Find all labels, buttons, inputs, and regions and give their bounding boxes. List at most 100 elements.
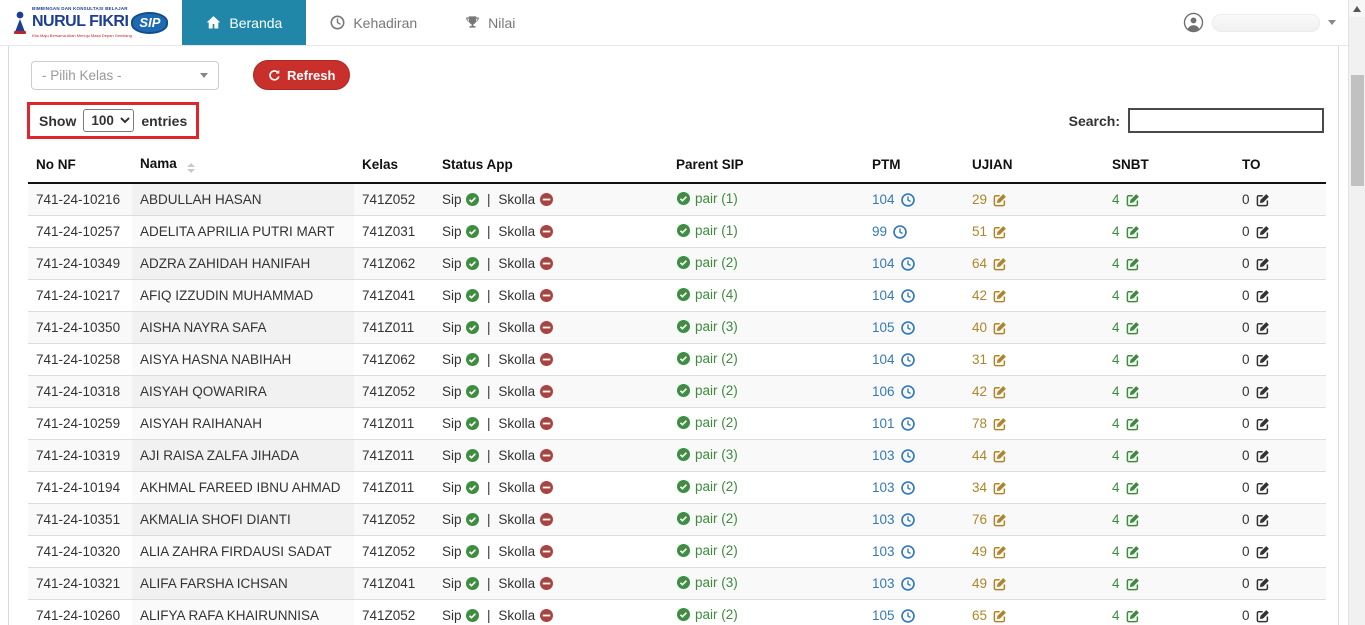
ujian-edit-link[interactable]: 49 (972, 544, 1007, 559)
scrollbar-up-button[interactable] (1349, 0, 1365, 17)
parent-sip-link[interactable]: pair (2) (676, 511, 738, 526)
cell-ujian: 31 (964, 344, 1104, 376)
col-header-nama[interactable]: Nama (132, 149, 354, 183)
col-header-ujian[interactable]: UJIAN (964, 149, 1104, 183)
parent-sip-link[interactable]: pair (3) (676, 575, 738, 590)
to-edit-link[interactable]: 0 (1242, 320, 1270, 335)
scrollbar-thumb[interactable] (1351, 75, 1364, 186)
to-edit-link[interactable]: 0 (1242, 608, 1270, 623)
parent-sip-link[interactable]: pair (4) (676, 287, 738, 302)
parent-sip-link[interactable]: pair (2) (676, 255, 738, 270)
snbt-edit-link[interactable]: 4 (1112, 512, 1140, 527)
ptm-link[interactable]: 104 (872, 352, 915, 367)
snbt-edit-link[interactable]: 4 (1112, 608, 1140, 623)
snbt-edit-link[interactable]: 4 (1112, 224, 1140, 239)
snbt-edit-link[interactable]: 4 (1112, 544, 1140, 559)
parent-sip-link[interactable]: pair (1) (676, 191, 738, 206)
parent-sip-link[interactable]: pair (2) (676, 607, 738, 622)
to-edit-link[interactable]: 0 (1242, 288, 1270, 303)
ujian-edit-link[interactable]: 31 (972, 352, 1007, 367)
minus-circle-icon (540, 513, 553, 526)
tab-beranda[interactable]: Beranda (182, 0, 306, 45)
to-edit-link[interactable]: 0 (1242, 224, 1270, 239)
parent-sip-link[interactable]: pair (2) (676, 479, 738, 494)
parent-sip-link[interactable]: pair (1) (676, 223, 738, 238)
ptm-link[interactable]: 103 (872, 480, 915, 495)
col-header-to[interactable]: TO (1234, 149, 1326, 183)
status-separator: | (483, 480, 495, 495)
parent-sip-link[interactable]: pair (2) (676, 351, 738, 366)
col-header-parent-sip[interactable]: Parent SIP (668, 149, 864, 183)
ujian-edit-link[interactable]: 51 (972, 224, 1007, 239)
ptm-link[interactable]: 104 (872, 256, 915, 271)
to-edit-link[interactable]: 0 (1242, 448, 1270, 463)
user-menu[interactable] (1183, 0, 1348, 45)
tab-kehadiran[interactable]: Kehadiran (306, 0, 441, 45)
parent-sip-link[interactable]: pair (2) (676, 415, 738, 430)
tab-nilai[interactable]: Nilai (441, 0, 539, 45)
ujian-edit-link[interactable]: 44 (972, 448, 1007, 463)
to-edit-link[interactable]: 0 (1242, 256, 1270, 271)
ujian-edit-link[interactable]: 65 (972, 608, 1007, 623)
snbt-edit-link[interactable]: 4 (1112, 288, 1140, 303)
ptm-link[interactable]: 103 (872, 576, 915, 591)
ujian-edit-link[interactable]: 49 (972, 576, 1007, 591)
ptm-link[interactable]: 105 (872, 608, 915, 623)
class-select[interactable]: - Pilih Kelas - (31, 61, 219, 90)
snbt-edit-link[interactable]: 4 (1112, 416, 1140, 431)
ptm-link[interactable]: 104 (872, 288, 915, 303)
page-length-select[interactable]: 100 (83, 109, 134, 132)
ptm-link[interactable]: 103 (872, 512, 915, 527)
col-header-kelas[interactable]: Kelas (354, 149, 434, 183)
col-header-status-app[interactable]: Status App (434, 149, 668, 183)
to-edit-link[interactable]: 0 (1242, 576, 1270, 591)
snbt-edit-link[interactable]: 4 (1112, 192, 1140, 207)
parent-sip-link[interactable]: pair (3) (676, 447, 738, 462)
ujian-edit-link[interactable]: 40 (972, 320, 1007, 335)
snbt-edit-link[interactable]: 4 (1112, 384, 1140, 399)
to-edit-link[interactable]: 0 (1242, 192, 1270, 207)
ptm-link[interactable]: 104 (872, 192, 915, 207)
col-header-ptm[interactable]: PTM (864, 149, 964, 183)
col-header-no-nf[interactable]: No NF (28, 149, 132, 183)
snbt-edit-link[interactable]: 4 (1112, 256, 1140, 271)
to-edit-link[interactable]: 0 (1242, 416, 1270, 431)
check-circle-icon (677, 480, 690, 493)
snbt-edit-link[interactable]: 4 (1112, 352, 1140, 367)
ptm-link[interactable]: 106 (872, 384, 915, 399)
ujian-edit-link[interactable]: 42 (972, 288, 1007, 303)
cell-status-app: Sip | Skolla (434, 248, 668, 280)
snbt-edit-link[interactable]: 4 (1112, 576, 1140, 591)
to-edit-link[interactable]: 0 (1242, 352, 1270, 367)
brand-logo[interactable]: BIMBINGAN DAN KONSULTASI BELAJAR NURUL F… (0, 0, 176, 45)
ujian-edit-link[interactable]: 76 (972, 512, 1007, 527)
ujian-edit-link[interactable]: 34 (972, 480, 1007, 495)
refresh-button[interactable]: Refresh (253, 60, 350, 90)
status-skolla-label: Skolla (498, 448, 535, 463)
snbt-edit-link[interactable]: 4 (1112, 448, 1140, 463)
ujian-edit-link[interactable]: 78 (972, 416, 1007, 431)
snbt-edit-link[interactable]: 4 (1112, 480, 1140, 495)
to-edit-link[interactable]: 0 (1242, 544, 1270, 559)
to-edit-link[interactable]: 0 (1242, 480, 1270, 495)
ptm-link[interactable]: 103 (872, 544, 915, 559)
ptm-link[interactable]: 103 (872, 448, 915, 463)
to-edit-link[interactable]: 0 (1242, 512, 1270, 527)
snbt-edit-link[interactable]: 4 (1112, 320, 1140, 335)
to-edit-link[interactable]: 0 (1242, 384, 1270, 399)
ptm-link[interactable]: 105 (872, 320, 915, 335)
parent-sip-link[interactable]: pair (3) (676, 319, 738, 334)
ujian-edit-link[interactable]: 42 (972, 384, 1007, 399)
ujian-edit-link[interactable]: 29 (972, 192, 1007, 207)
ujian-edit-link[interactable]: 64 (972, 256, 1007, 271)
col-header-snbt[interactable]: SNBT (1104, 149, 1234, 183)
minus-circle-icon (540, 449, 553, 462)
parent-sip-link[interactable]: pair (2) (676, 383, 738, 398)
check-circle-icon (466, 449, 479, 462)
search-input[interactable] (1128, 108, 1324, 133)
edit-icon (993, 193, 1007, 207)
ptm-link[interactable]: 101 (872, 416, 915, 431)
ptm-link[interactable]: 99 (872, 224, 907, 239)
cell-parent-sip: pair (2) (668, 504, 864, 536)
parent-sip-link[interactable]: pair (2) (676, 543, 738, 558)
